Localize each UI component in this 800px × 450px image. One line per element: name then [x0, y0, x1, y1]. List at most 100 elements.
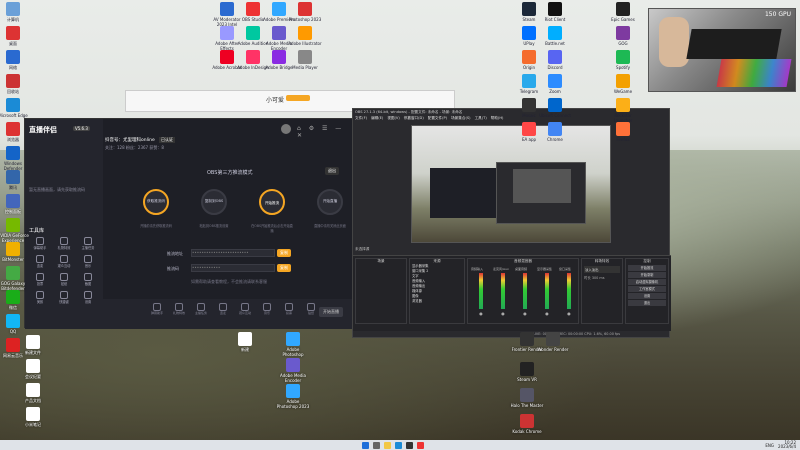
footer-tool[interactable]: 连麦 [213, 303, 233, 315]
footer-tool[interactable]: 音乐 [257, 303, 277, 315]
obs-control-button[interactable]: 工作室模式 [628, 286, 666, 292]
desktop-icon[interactable]: Spotify [606, 50, 640, 70]
desktop-icon[interactable]: Rockstar Launcher [606, 98, 640, 123]
obs-preview[interactable] [411, 125, 611, 243]
desktop-icon[interactable]: Chrome [538, 122, 572, 142]
footer-tool[interactable]: 贴纸 [301, 303, 321, 315]
tool-item[interactable]: 主播任务 [77, 237, 99, 250]
menu-item[interactable]: 编辑(E) [371, 116, 383, 120]
desktop-icon[interactable]: Adobe Photoshop 2023 [276, 384, 310, 409]
desktop-icon[interactable]: Wonder Render [536, 332, 570, 352]
transitions-panel[interactable]: 转场特效 淡入淡出 时长 300 ms [581, 258, 623, 324]
source-item[interactable]: 浏览器 [410, 299, 464, 304]
desktop-icon[interactable]: Media Player [288, 50, 322, 70]
desktop-icon[interactable]: Zoom [538, 74, 572, 94]
push-url-field[interactable]: •••••••••••••••••••••••• [191, 249, 275, 257]
mixer-panel[interactable]: 音频混音器 音频输入 ● 麦克风/Aux ● 桌面音频 ● 显示器采集 ● 窗口采集 ● [467, 258, 579, 324]
desktop-icon[interactable]: Microsoft Edge [0, 98, 30, 118]
desktop-icon[interactable]: BitMonster [0, 242, 30, 262]
desktop-icon[interactable]: 网络 [0, 50, 30, 70]
tool-item[interactable]: 连麦 [29, 255, 51, 268]
desktop-icon[interactable]: Firefox [606, 122, 640, 142]
footer-tool[interactable]: 观众互动 [235, 303, 255, 315]
tool-item[interactable]: 观众互动 [53, 255, 75, 268]
desktop-icon[interactable]: WeGame [606, 74, 640, 94]
desktop-icon[interactable]: Steam VR [510, 362, 544, 382]
desktop-icon[interactable]: Riot Client [538, 2, 572, 22]
desktop-icon[interactable]: Discord [538, 50, 572, 70]
duration-value[interactable]: 300 ms [592, 276, 605, 280]
tool-item[interactable]: 贴纸 [53, 273, 75, 286]
clock[interactable]: 10:22 2023/6/4 [778, 441, 796, 449]
obs-control-button[interactable]: 开始推流 [628, 265, 666, 271]
desktop-icon[interactable]: GOG Galaxy Bitdefender [0, 266, 30, 291]
desktop-icon[interactable]: Adobe Photoshop [276, 332, 310, 357]
desktop-icon[interactable]: GOG [606, 26, 640, 46]
desktop-icon[interactable]: 回收站 [0, 74, 30, 94]
edge-icon[interactable] [395, 441, 402, 449]
tool-item[interactable]: 音乐 [77, 255, 99, 268]
gear-icon[interactable]: ● [559, 311, 579, 316]
tool-item[interactable]: 快捷键 [53, 291, 75, 304]
search-icon[interactable] [373, 441, 380, 449]
menu-item[interactable]: 文件(F) [355, 116, 367, 120]
controls-panel[interactable]: 控制 开始推流 开始录制 启动虚拟摄像机 工作室模式 设置 退出 [625, 258, 669, 324]
tool-item[interactable]: 截图 [77, 273, 99, 286]
scenes-panel[interactable]: 场景 [355, 258, 407, 324]
mixer-channel[interactable]: 显示器采集 ● [537, 267, 557, 321]
obs-control-button[interactable]: 启动虚拟摄像机 [628, 279, 666, 285]
desktop-icon[interactable]: 新建 [228, 332, 262, 352]
desktop-icon[interactable]: Epic Games [606, 2, 640, 22]
live-companion-window[interactable]: 直播伴侣 V5.6.3 暂无直播画面，请先获取推流码 工具库 弹幕助手 礼物特效主… [24, 118, 355, 329]
desktop-icon[interactable]: 微信 [0, 290, 30, 310]
desktop-icon[interactable]: Battle.net [538, 26, 572, 46]
menu-item[interactable]: 视图(V) [387, 116, 399, 120]
desktop-icon[interactable]: Adobe Media Encoder [276, 358, 310, 383]
window-controls[interactable]: ⌂ ⚙ ☰ — ✕ [297, 125, 353, 139]
desktop-icon[interactable]: 桌面 [0, 26, 30, 46]
obs-control-button[interactable]: 退出 [628, 300, 666, 306]
avatar[interactable] [281, 124, 291, 134]
desktop-icon[interactable]: 会议纪要 [16, 359, 50, 379]
menu-item[interactable]: 场景集合(S) [451, 116, 470, 120]
obs-control-button[interactable]: 开始录制 [628, 272, 666, 278]
gear-icon[interactable]: ● [537, 311, 557, 316]
start-icon[interactable] [362, 441, 369, 449]
tool-item[interactable]: 礼物特效 [53, 237, 75, 250]
desktop-icon[interactable]: 控制面板 [0, 194, 30, 214]
tool-item[interactable]: 投票 [29, 273, 51, 286]
obs-control-button[interactable]: 设置 [628, 293, 666, 299]
desktop-icon[interactable]: Windows Defender [0, 146, 30, 171]
tool-item[interactable]: 美颜 [29, 291, 51, 304]
footer-tool[interactable]: 主播任务 [191, 303, 211, 315]
push-key-field[interactable]: •••••••••••• [191, 264, 275, 272]
desktop-icon[interactable]: NVIDIA GeForce Experience [0, 218, 30, 243]
obs-taskbar-icon[interactable] [406, 441, 413, 449]
exit-mode-button[interactable]: 退出 [325, 167, 339, 175]
menu-item[interactable]: 停靠窗口(D) [404, 116, 424, 120]
menu-item[interactable]: 配置文件(P) [428, 116, 447, 120]
gear-icon[interactable]: ● [515, 311, 535, 316]
live-taskbar-icon[interactable] [417, 441, 424, 449]
desktop-icon[interactable]: QQ [0, 314, 30, 334]
lang-indicator[interactable]: ENG [765, 443, 774, 448]
start-live-button[interactable]: 开始直播 [319, 307, 343, 317]
footer-tool[interactable]: 投票 [279, 303, 299, 315]
mixer-channel[interactable]: 音频输入 ● [471, 267, 491, 321]
desktop-icon[interactable]: Halo The Master [510, 388, 544, 408]
desktop-icon[interactable]: Kodak Chrome [510, 414, 544, 434]
mixer-channel[interactable]: 窗口采集 ● [559, 267, 579, 321]
menu-item[interactable]: 帮助(H) [491, 116, 504, 120]
desktop-icon[interactable]: 产品文档 [16, 383, 50, 403]
menu-item[interactable]: 工具(T) [475, 116, 487, 120]
tool-item[interactable]: 弹幕助手 [29, 237, 51, 250]
desktop-icon[interactable]: Photoshop 2023 [288, 2, 322, 22]
transition-select[interactable]: 淡入淡出 [584, 266, 620, 273]
desktop-icon[interactable]: Ubisoft Connect [538, 98, 572, 118]
footer-tool[interactable]: 弹幕助手 [147, 303, 167, 315]
explorer-icon[interactable] [384, 441, 391, 449]
mixer-channel[interactable]: 麦克风/Aux ● [493, 267, 513, 321]
desktop-icon[interactable]: 小米笔记 [16, 407, 50, 427]
gear-icon[interactable]: ● [493, 311, 513, 316]
copy-key-button[interactable]: 复制 [277, 264, 291, 272]
